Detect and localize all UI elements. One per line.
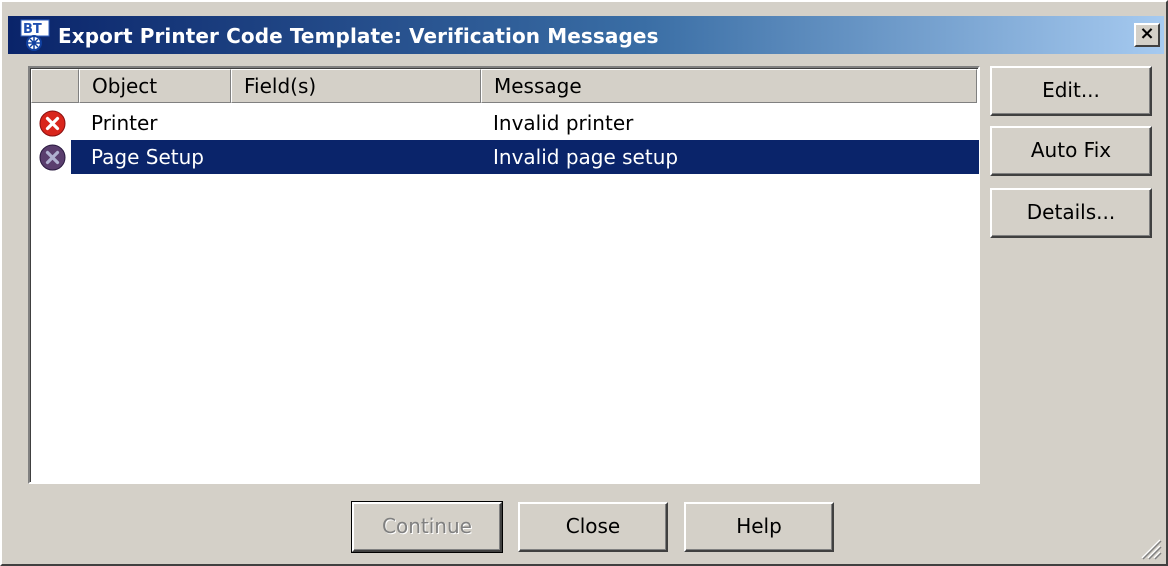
verification-messages-list[interactable]: Object Field(s) Message Printer Invalid … xyxy=(28,66,980,484)
row-object: Page Setup xyxy=(91,145,204,169)
title-bar[interactable]: BT Export Printer Code Template: Verific… xyxy=(8,16,1164,54)
edit-button[interactable]: Edit... xyxy=(990,66,1152,116)
close-icon: × xyxy=(1139,23,1155,44)
auto-fix-button[interactable]: Auto Fix xyxy=(990,126,1152,176)
close-window-button[interactable]: × xyxy=(1134,23,1160,47)
column-header-status[interactable] xyxy=(31,69,79,103)
svg-text:BT: BT xyxy=(23,22,42,37)
error-icon xyxy=(39,110,66,137)
dialog-window: BT Export Printer Code Template: Verific… xyxy=(0,0,1168,566)
row-message: Invalid printer xyxy=(493,111,634,135)
column-header-object[interactable]: Object xyxy=(79,69,231,103)
window-title: Export Printer Code Template: Verificati… xyxy=(58,24,659,48)
row-message: Invalid page setup xyxy=(493,145,679,169)
list-header: Object Field(s) Message xyxy=(31,69,977,103)
continue-button[interactable]: Continue xyxy=(351,501,503,553)
help-button[interactable]: Help xyxy=(684,502,834,552)
list-row-printer[interactable]: Printer Invalid printer xyxy=(31,106,977,140)
row-object: Printer xyxy=(91,111,158,135)
app-icon: BT xyxy=(20,19,50,51)
column-header-fields[interactable]: Field(s) xyxy=(231,69,481,103)
close-button[interactable]: Close xyxy=(518,502,668,552)
list-row-page-setup[interactable]: Page Setup Invalid page setup xyxy=(31,140,979,174)
column-header-message[interactable]: Message xyxy=(481,69,977,103)
resize-grip-icon[interactable] xyxy=(1136,534,1162,560)
error-icon xyxy=(39,144,66,171)
details-button[interactable]: Details... xyxy=(990,188,1152,238)
